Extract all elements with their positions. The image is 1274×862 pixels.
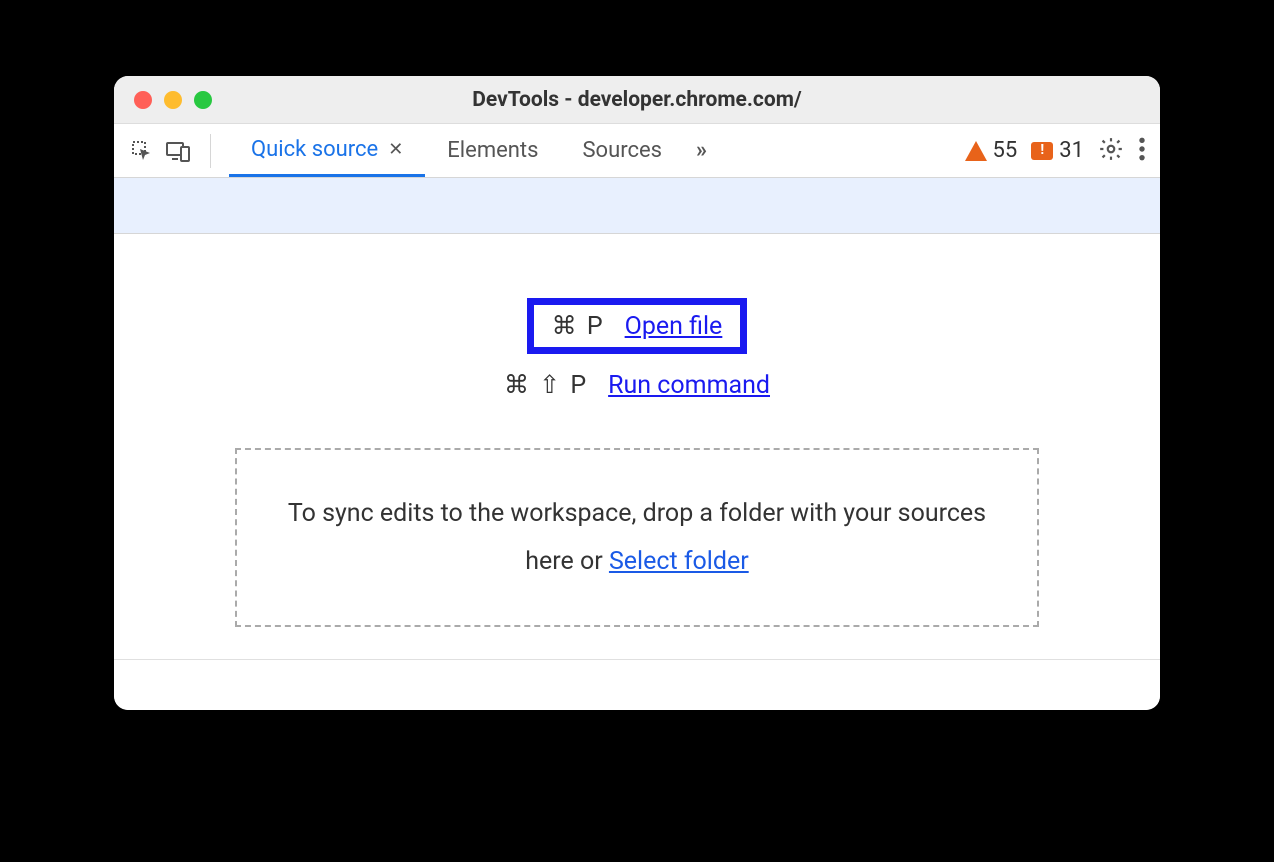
workspace-dropzone[interactable]: To sync edits to the workspace, drop a f… xyxy=(235,448,1039,627)
close-tab-icon[interactable]: ✕ xyxy=(388,139,403,160)
warnings-count: 55 xyxy=(993,138,1018,163)
content-area: ⌘ P Open file ⌘ ⇧ P Run command To sync … xyxy=(114,234,1160,660)
tab-label: Sources xyxy=(582,138,662,163)
settings-icon[interactable] xyxy=(1098,136,1124,166)
inspect-element-icon[interactable] xyxy=(128,137,156,165)
tab-sources[interactable]: Sources xyxy=(560,124,684,177)
tab-elements[interactable]: Elements xyxy=(425,124,560,177)
subheader-bar xyxy=(114,178,1160,234)
tabs: Quick source ✕ Elements Sources » xyxy=(229,124,719,177)
open-file-shortcut: ⌘ P Open file xyxy=(527,298,748,354)
close-window-button[interactable] xyxy=(134,91,152,109)
run-command-link[interactable]: Run command xyxy=(608,371,770,400)
device-toolbar-icon[interactable] xyxy=(164,137,192,165)
warnings-badge[interactable]: 55 xyxy=(965,138,1018,163)
messages-count: 31 xyxy=(1059,138,1084,163)
run-command-kbd: ⌘ ⇧ P xyxy=(504,370,588,400)
shortcuts-list: ⌘ P Open file ⌘ ⇧ P Run command xyxy=(504,298,770,400)
right-tools: 55 31 xyxy=(965,136,1146,166)
minimize-window-button[interactable] xyxy=(164,91,182,109)
footer-space xyxy=(114,660,1160,710)
tabs-overflow-icon[interactable]: » xyxy=(684,138,719,163)
window-title: DevTools - developer.chrome.com/ xyxy=(114,88,1160,112)
more-options-icon[interactable] xyxy=(1138,136,1146,166)
toolbar-divider xyxy=(210,134,211,168)
run-command-shortcut: ⌘ ⇧ P Run command xyxy=(504,370,770,400)
toolbar: Quick source ✕ Elements Sources » 55 31 xyxy=(114,124,1160,178)
messages-badge[interactable]: 31 xyxy=(1031,138,1084,163)
tab-quick-source[interactable]: Quick source ✕ xyxy=(229,124,425,177)
titlebar: DevTools - developer.chrome.com/ xyxy=(114,76,1160,124)
open-file-link[interactable]: Open file xyxy=(625,312,723,341)
message-icon xyxy=(1031,142,1053,160)
tab-label: Quick source xyxy=(251,137,378,162)
open-file-kbd: ⌘ P xyxy=(552,311,605,341)
select-folder-link[interactable]: Select folder xyxy=(609,547,749,576)
maximize-window-button[interactable] xyxy=(194,91,212,109)
tab-label: Elements xyxy=(447,138,538,163)
warning-icon xyxy=(965,141,987,161)
traffic-lights xyxy=(134,91,212,109)
devtools-window: DevTools - developer.chrome.com/ Quick s… xyxy=(114,76,1160,710)
